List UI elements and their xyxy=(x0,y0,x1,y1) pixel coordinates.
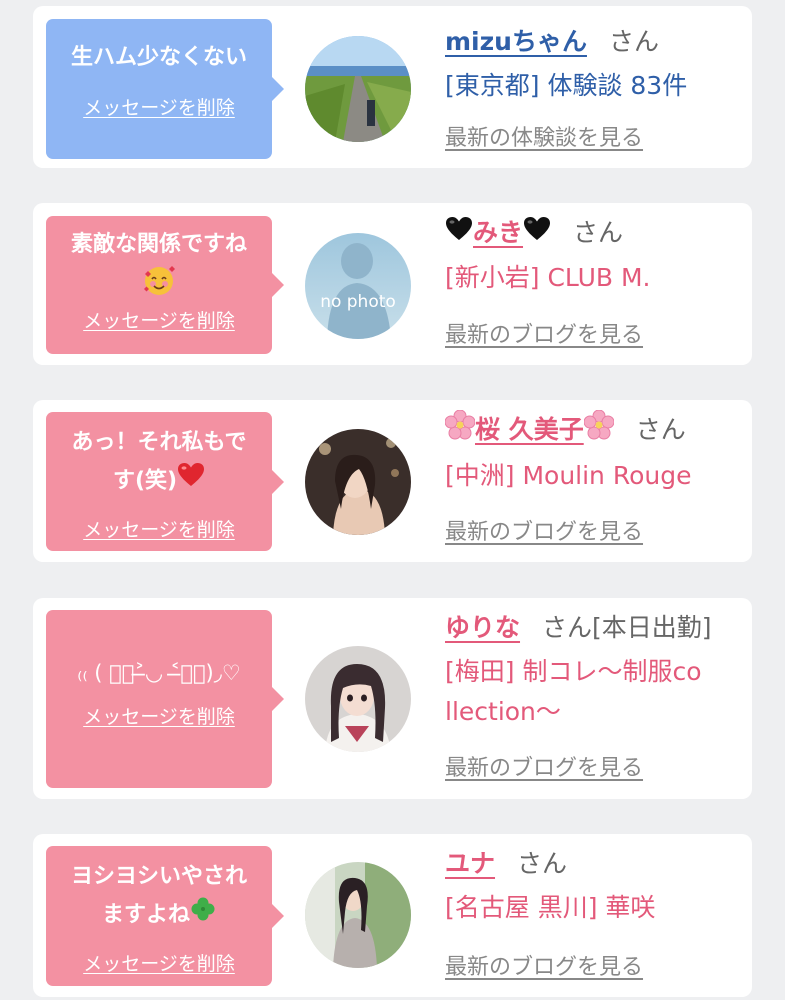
user-name-link[interactable]: mizuちゃん xyxy=(445,27,587,56)
user-name-text: みき xyxy=(473,218,524,247)
honorific: さん xyxy=(608,27,659,56)
user-detail: [新小岩] CLUB M. xyxy=(445,263,651,292)
user-detail: [中洲] Moulin Rouge xyxy=(445,461,692,490)
honorific: さん xyxy=(517,849,568,878)
avatar[interactable]: no photo xyxy=(305,233,411,339)
view-latest-link[interactable]: 最新のブログを見る xyxy=(445,514,643,546)
on-duty-badge: [本日出勤] xyxy=(592,613,712,642)
message-text: ヨシヨシいやされますよね xyxy=(54,858,264,935)
avatar[interactable] xyxy=(305,429,411,535)
message-list: 生ハム少なくない メッセージを削除 mizuちゃん さん [東京都] 体験談 83… xyxy=(0,0,785,1000)
delete-message-link[interactable]: メッセージを削除 xyxy=(54,93,264,120)
message-text: 素敵な関係ですね xyxy=(70,232,247,257)
avatar[interactable] xyxy=(305,36,411,142)
user-info: ユナ さん [名古屋 黒川] 華咲 xyxy=(445,844,742,928)
red-heart-icon xyxy=(177,462,205,501)
name-row: ユナ さん xyxy=(445,844,742,884)
user-info: 桜 久美子 さん [中洲] Moulin Rouge xyxy=(444,409,742,496)
message-bubble: 生ハム少なくない メッセージを削除 xyxy=(46,19,284,159)
list-item: ヨシヨシいやされますよね メッセージを削除 ユナ さん [名古屋 黒川] 華咲 最… xyxy=(33,834,752,997)
view-latest-link[interactable]: 最新の体験談を見る xyxy=(445,120,643,152)
user-detail: [東京都] 体験談 83件 xyxy=(445,71,688,100)
avatar[interactable] xyxy=(305,862,411,968)
four-leaf-clover-icon xyxy=(190,896,216,935)
view-latest-link[interactable]: 最新のブログを見る xyxy=(445,750,643,782)
message-text: あっ！それ私もです(笑) xyxy=(54,424,264,501)
user-name-link[interactable]: ユナ xyxy=(445,849,495,878)
name-row: 桜 久美子 さん xyxy=(444,409,742,452)
user-detail: [名古屋 黒川] 華咲 xyxy=(445,893,656,922)
black-heart-icon xyxy=(445,214,473,254)
view-latest-link[interactable]: 最新のブログを見る xyxy=(445,949,643,981)
name-row: ゆりな さん[本日出勤] xyxy=(445,608,742,648)
message-bubble: あっ！それ私もです(笑) メッセージを削除 xyxy=(46,412,284,551)
honorific: さん xyxy=(573,218,624,247)
user-detail: [梅田] 制コレ〜制服collection〜 xyxy=(445,657,702,726)
message-text-body: ヨシヨシいやされますよね xyxy=(70,864,247,928)
delete-message-link[interactable]: メッセージを削除 xyxy=(54,306,264,333)
name-row: mizuちゃん さん xyxy=(445,22,742,62)
delete-message-link[interactable]: メッセージを削除 xyxy=(54,949,264,976)
no-photo-label: no photo xyxy=(320,292,396,312)
list-item: 生ハム少なくない メッセージを削除 mizuちゃん さん [東京都] 体験談 83… xyxy=(33,6,752,168)
message-bubble: 素敵な関係ですね メッセージを削除 xyxy=(46,216,284,354)
name-row: みき さん xyxy=(445,213,742,254)
message-bubble: ヨシヨシいやされますよね メッセージを削除 xyxy=(46,846,284,986)
message-text: ₍₍ ( ๑॔˃̶◡ ˂̶๑॓)◞♡ xyxy=(77,661,241,685)
list-item: ₍₍ ( ๑॔˃̶◡ ˂̶๑॓)◞♡ メッセージを削除 ゆりな さん[本日出勤] … xyxy=(33,598,752,799)
portrait-image xyxy=(305,429,411,535)
user-name-link[interactable]: ゆりな xyxy=(445,613,520,642)
honorific: さん xyxy=(542,613,593,642)
smiling-face-with-hearts-icon xyxy=(142,264,176,298)
portrait-image xyxy=(305,862,411,968)
message-bubble: ₍₍ ( ๑॔˃̶◡ ˂̶๑॓)◞♡ メッセージを削除 xyxy=(46,610,284,788)
user-name-link[interactable]: 桜 久美子 xyxy=(444,409,615,444)
honorific: さん xyxy=(635,415,686,444)
black-heart-icon xyxy=(523,214,551,254)
user-info: ゆりな さん[本日出勤] [梅田] 制コレ〜制服collection〜 xyxy=(445,608,742,732)
cherry-blossom-icon xyxy=(444,409,476,452)
road-photo-image xyxy=(305,36,411,142)
user-name-text: 桜 久美子 xyxy=(475,415,584,444)
list-item: あっ！それ私もです(笑) メッセージを削除 桜 久美子 さん [中洲] Moul… xyxy=(33,400,752,562)
no-photo-image: no photo xyxy=(305,233,411,339)
list-item: 素敵な関係ですね メッセージを削除 no photo みき さん [新小岩] C… xyxy=(33,203,752,365)
portrait-image xyxy=(305,646,411,752)
user-info: みき さん [新小岩] CLUB M. xyxy=(445,213,742,298)
user-info: mizuちゃん さん [東京都] 体験談 83件 xyxy=(445,22,742,106)
delete-message-link[interactable]: メッセージを削除 xyxy=(54,702,264,729)
cherry-blossom-icon xyxy=(583,409,615,452)
user-name-link[interactable]: みき xyxy=(445,217,551,247)
view-latest-link[interactable]: 最新のブログを見る xyxy=(445,317,643,349)
message-text-body: あっ！それ私もです(笑) xyxy=(71,430,247,494)
delete-message-link[interactable]: メッセージを削除 xyxy=(54,515,264,542)
avatar[interactable] xyxy=(305,646,411,752)
message-text: 生ハム少なくない xyxy=(70,45,247,70)
